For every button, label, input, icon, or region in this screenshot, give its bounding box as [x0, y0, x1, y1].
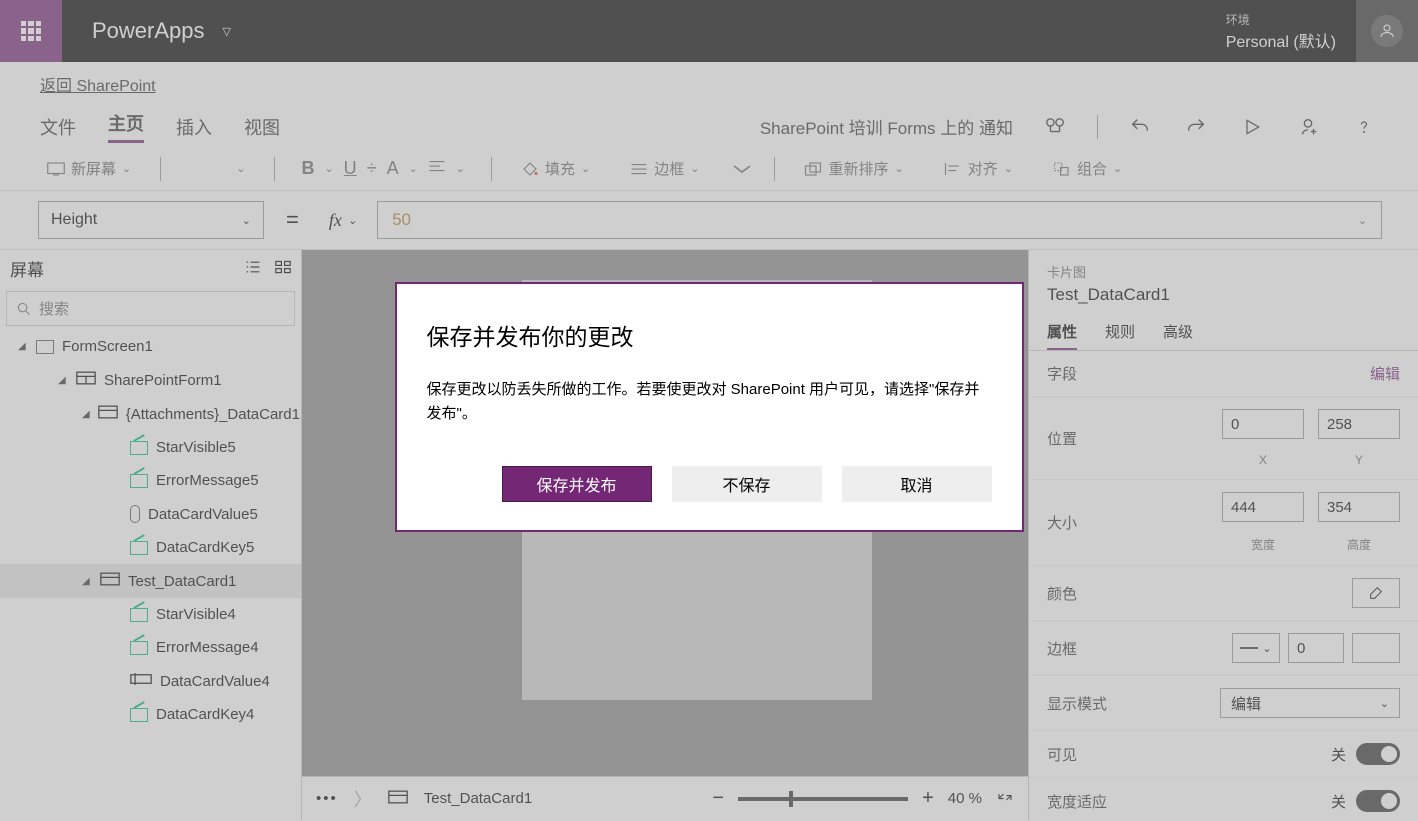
save-publish-dialog: 保存并发布你的更改 保存更改以防丢失所做的工作。若要使更改对 SharePoin…: [395, 282, 1024, 532]
save-publish-button[interactable]: 保存并发布: [502, 466, 652, 502]
cancel-button[interactable]: 取消: [842, 466, 992, 502]
modal-overlay: 保存并发布你的更改 保存更改以防丢失所做的工作。若要使更改对 SharePoin…: [0, 0, 1418, 821]
dialog-title: 保存并发布你的更改: [427, 318, 992, 352]
dialog-body: 保存更改以防丢失所做的工作。若要使更改对 SharePoint 用户可见，请选择…: [427, 378, 992, 426]
dont-save-button[interactable]: 不保存: [672, 466, 822, 502]
